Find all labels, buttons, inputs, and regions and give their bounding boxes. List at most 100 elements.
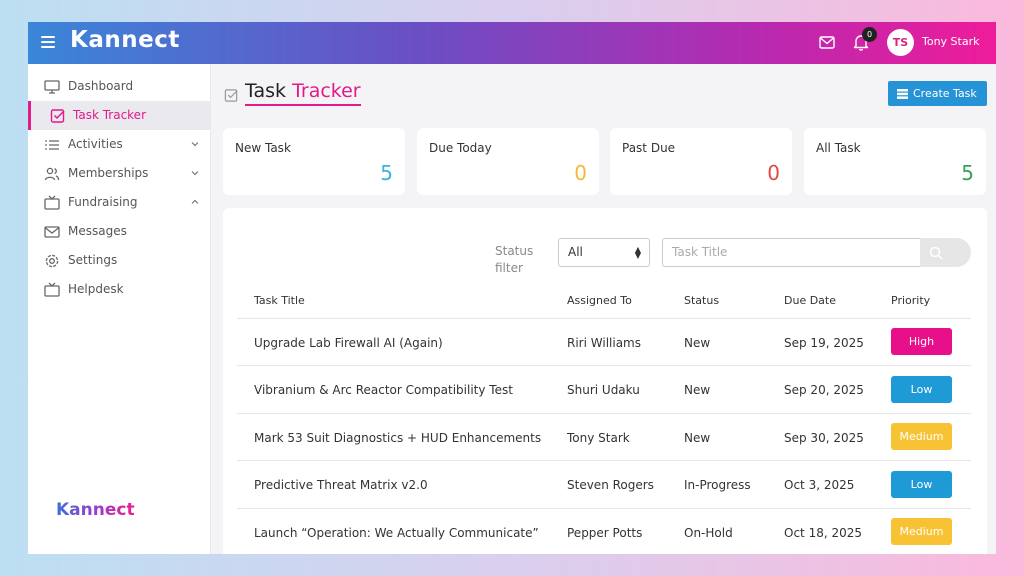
sidebar-item-label: Messages (68, 224, 127, 238)
sidebar-item-label: Memberships (68, 166, 149, 180)
create-task-label: Create Task (913, 87, 977, 100)
sidebar-item-task-tracker[interactable]: Task Tracker (28, 101, 211, 130)
stat-card-all-task: All Task 5 (804, 128, 986, 195)
stat-value: 0 (767, 161, 780, 185)
gear-icon (45, 254, 59, 268)
assigned-to-cell: Tony Stark (567, 431, 630, 445)
stat-label: All Task (816, 141, 861, 155)
sidebar-item-dashboard[interactable]: Dashboard (28, 72, 211, 101)
page-title-part2: Tracker (292, 80, 361, 102)
search-button[interactable] (920, 238, 971, 267)
due-date-cell: Sep 20, 2025 (784, 383, 864, 397)
avatar[interactable]: TS (887, 29, 914, 56)
status-filter-value: All (568, 245, 583, 259)
checkbox-icon (224, 89, 238, 102)
users-icon (44, 167, 60, 181)
sidebar: Dashboard Task Tracker Activities Member… (28, 64, 211, 554)
column-header-assigned-to[interactable]: Assigned To (567, 294, 632, 307)
assigned-to-cell: Riri Williams (567, 336, 641, 350)
assigned-to-cell: Pepper Potts (567, 526, 643, 540)
task-title-cell[interactable]: Predictive Threat Matrix v2.0 (254, 478, 428, 492)
stat-value: 5 (380, 161, 393, 185)
mail-icon[interactable] (819, 36, 835, 49)
task-title-cell[interactable]: Mark 53 Suit Diagnostics + HUD Enhanceme… (254, 431, 541, 445)
notification-count-badge: 0 (862, 27, 877, 42)
due-date-cell: Sep 19, 2025 (784, 336, 864, 350)
table-divider (237, 508, 971, 509)
sidebar-item-messages[interactable]: Messages (28, 217, 211, 246)
column-header-priority[interactable]: Priority (891, 294, 930, 307)
sidebar-item-label: Activities (68, 137, 123, 151)
status-filter-select[interactable]: All ▲ ▼ (558, 238, 650, 267)
task-title-cell[interactable]: Launch “Operation: We Actually Communica… (254, 526, 539, 540)
task-title-cell[interactable]: Upgrade Lab Firewall AI (Again) (254, 336, 443, 350)
sidebar-item-fundraising[interactable]: Fundraising (28, 188, 211, 217)
sidebar-item-label: Fundraising (68, 195, 138, 209)
priority-badge[interactable]: Medium (891, 423, 952, 450)
stat-card-past-due: Past Due 0 (610, 128, 792, 195)
chevron-up-icon[interactable] (190, 197, 200, 207)
select-arrows-icon: ▲ ▼ (634, 245, 641, 260)
title-underline (245, 104, 361, 106)
stat-card-due-today: Due Today 0 (417, 128, 599, 195)
chevron-down-icon[interactable] (190, 168, 200, 178)
priority-badge[interactable]: Low (891, 471, 952, 498)
app-window: Kannect 0 TS Tony Stark Dashboard Task T… (28, 22, 996, 554)
stat-value: 0 (574, 161, 587, 185)
column-header-due-date[interactable]: Due Date (784, 294, 836, 307)
list-icon (45, 140, 59, 150)
sidebar-item-label: Settings (68, 253, 118, 267)
page-title: Task Tracker (245, 80, 361, 102)
tv-icon (44, 282, 60, 297)
table-divider (237, 365, 971, 366)
stat-value: 5 (961, 161, 974, 185)
table-divider (237, 460, 971, 461)
status-filter-label: Status filter (495, 244, 534, 275)
monitor-icon (44, 80, 60, 94)
column-header-status[interactable]: Status (684, 294, 719, 307)
assigned-to-cell: Shuri Udaku (567, 383, 640, 397)
due-date-cell: Oct 3, 2025 (784, 478, 855, 492)
stat-card-new-task: New Task 5 (223, 128, 405, 195)
status-cell: In-Progress (684, 478, 751, 492)
priority-badge[interactable]: Medium (891, 518, 952, 545)
hamburger-menu-icon[interactable] (41, 36, 55, 48)
username[interactable]: Tony Stark (922, 35, 980, 48)
brand-logo[interactable]: Kannect (70, 27, 180, 53)
stat-label: New Task (235, 141, 291, 155)
sidebar-item-label: Task Tracker (73, 108, 147, 122)
table-divider (237, 318, 971, 319)
top-bar: Kannect 0 TS Tony Stark (28, 22, 996, 64)
chevron-down-icon[interactable] (190, 139, 200, 149)
checkbox-icon (50, 109, 65, 123)
status-cell: New (684, 431, 711, 445)
status-cell: New (684, 336, 711, 350)
sidebar-item-settings[interactable]: Settings (28, 246, 211, 275)
priority-badge[interactable]: Low (891, 376, 952, 403)
sidebar-item-label: Helpdesk (68, 282, 124, 296)
status-cell: On-Hold (684, 526, 733, 540)
stat-label: Due Today (429, 141, 492, 155)
assigned-to-cell: Steven Rogers (567, 478, 654, 492)
page-title-part1: Task (245, 80, 287, 102)
priority-badge[interactable]: High (891, 328, 952, 355)
column-header-task-title[interactable]: Task Title (254, 294, 305, 307)
task-table-panel: Status filter All ▲ ▼ Task Title Task Tit… (223, 208, 987, 554)
table-divider (237, 413, 971, 414)
stat-label: Past Due (622, 141, 676, 155)
due-date-cell: Oct 18, 2025 (784, 526, 862, 540)
sidebar-item-label: Dashboard (68, 79, 134, 93)
sidebar-item-activities[interactable]: Activities (28, 130, 211, 159)
sidebar-item-helpdesk[interactable]: Helpdesk (28, 275, 211, 304)
status-cell: New (684, 383, 711, 397)
mail-icon (44, 226, 60, 238)
list-icon (897, 88, 908, 99)
task-title-cell[interactable]: Vibranium & Arc Reactor Compatibility Te… (254, 383, 513, 397)
task-title-search-input[interactable]: Task Title (662, 238, 921, 267)
tv-icon (44, 195, 60, 210)
create-task-button[interactable]: Create Task (888, 81, 987, 106)
sidebar-item-memberships[interactable]: Memberships (28, 159, 211, 188)
due-date-cell: Sep 30, 2025 (784, 431, 864, 445)
footer-logo: Kannect (56, 500, 135, 520)
search-icon (929, 246, 943, 260)
